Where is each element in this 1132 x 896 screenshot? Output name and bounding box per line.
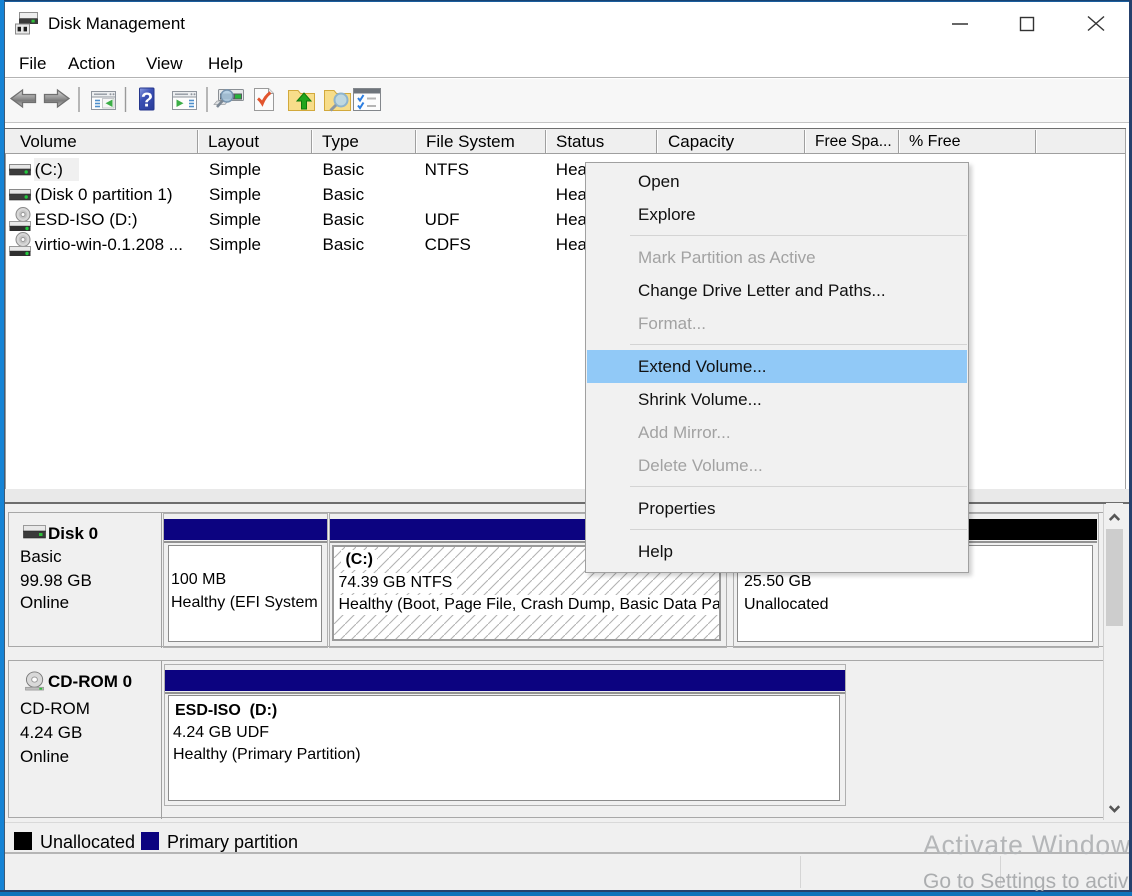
svg-text:?: ? [141,90,153,112]
